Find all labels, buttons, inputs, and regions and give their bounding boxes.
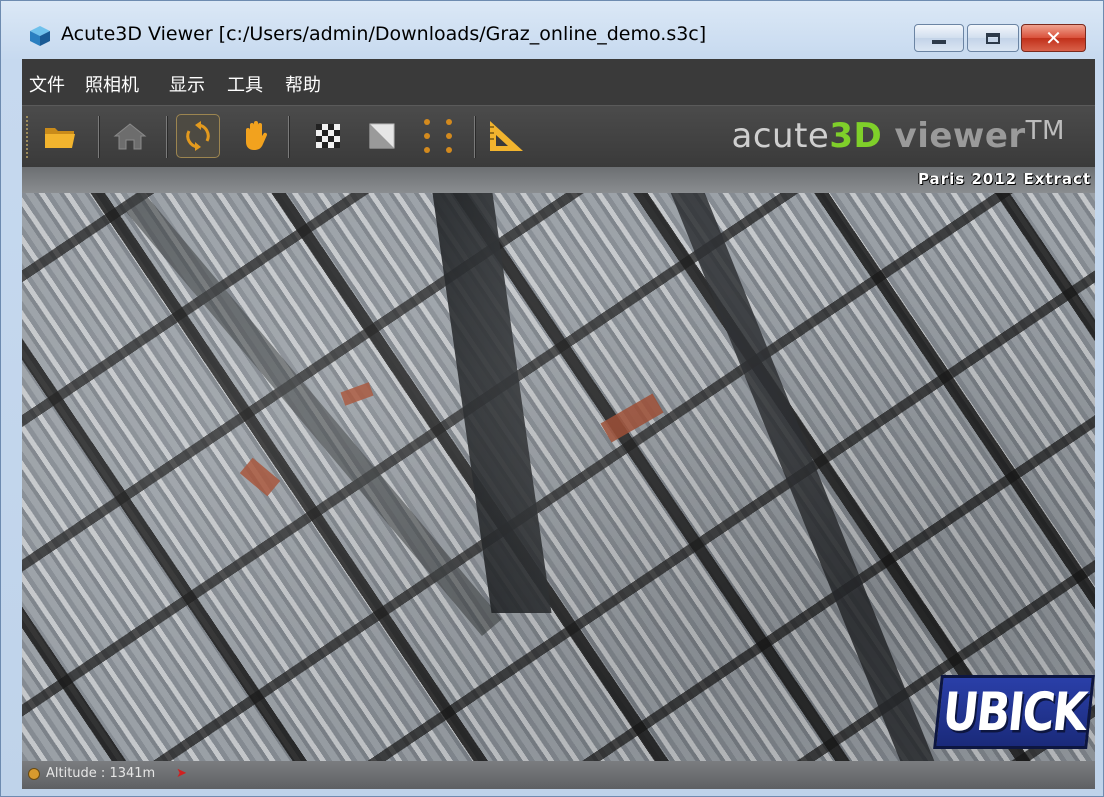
direction-arrow-icon: ➤: [176, 766, 187, 781]
close-icon: ✕: [1045, 26, 1062, 50]
compass-icon: [28, 768, 40, 780]
toolbar: acute3D viewerTM: [22, 105, 1095, 168]
3d-viewport[interactable]: Paris 2012 Extract UBICK Altitude : 1341…: [22, 167, 1095, 789]
maximize-icon: [986, 32, 1000, 44]
points-icon: [424, 119, 452, 153]
measure-button[interactable]: [484, 114, 528, 158]
shading-button[interactable]: [360, 114, 404, 158]
measure-ruler-icon: [490, 121, 523, 151]
menu-tools[interactable]: 工具: [227, 71, 263, 97]
app-window: Acute3D Viewer [c:/Users/admin/Downloads…: [0, 0, 1104, 797]
menu-help[interactable]: 帮助: [285, 71, 321, 97]
window-title: Acute3D Viewer [c:/Users/admin/Downloads…: [61, 23, 707, 45]
altitude-readout: Altitude : 1341m: [46, 766, 156, 781]
menu-display[interactable]: 显示: [169, 71, 205, 97]
viewport-header: Paris 2012 Extract: [22, 167, 1095, 193]
minimize-button[interactable]: [914, 24, 964, 52]
brand-prefix: acute: [731, 116, 830, 156]
open-file-button[interactable]: [38, 114, 82, 158]
client-area: 文件 照相机 显示 工具 帮助 acute3D viewerTM Paris 2…: [22, 59, 1095, 789]
maximize-button[interactable]: [967, 24, 1019, 52]
logo-text: UBICK: [939, 681, 1089, 743]
minimize-icon: [932, 40, 946, 44]
brand-logo: acute3D viewerTM: [732, 116, 1066, 156]
app-cube-icon: [30, 26, 50, 46]
menu-file[interactable]: 文件: [29, 71, 65, 97]
shading-icon: [369, 123, 395, 149]
pan-hand-icon: [246, 121, 268, 150]
toolbar-separator: [474, 116, 476, 158]
status-bar: Altitude : 1341m ➤: [22, 761, 1095, 789]
brand-3d: 3D: [829, 116, 883, 156]
checkerboard-icon: [316, 124, 340, 148]
points-button[interactable]: [416, 114, 460, 158]
title-bar[interactable]: Acute3D Viewer [c:/Users/admin/Downloads…: [1, 1, 1103, 59]
toolbar-separator: [288, 116, 290, 158]
menu-bar: 文件 照相机 显示 工具 帮助: [22, 59, 1095, 105]
toolbar-separator: [166, 116, 168, 158]
toolbar-separator: [98, 116, 100, 158]
close-button[interactable]: ✕: [1021, 24, 1086, 52]
orbit-button[interactable]: [176, 114, 220, 158]
folder-open-icon: [45, 128, 75, 148]
brand-trademark: TM: [1025, 116, 1065, 146]
menu-camera[interactable]: 照相机: [85, 71, 139, 97]
ubick-logo: UBICK: [933, 675, 1095, 749]
orbit-rotate-icon: [186, 121, 210, 151]
home-button[interactable]: [108, 114, 152, 158]
scene-title: Paris 2012 Extract: [917, 170, 1091, 188]
pan-button[interactable]: [234, 114, 278, 158]
viewport-shading: [22, 167, 1095, 789]
texture-button[interactable]: [306, 114, 350, 158]
toolbar-grip[interactable]: [26, 116, 31, 158]
home-icon: [113, 123, 147, 150]
brand-viewer: viewer: [882, 116, 1026, 156]
